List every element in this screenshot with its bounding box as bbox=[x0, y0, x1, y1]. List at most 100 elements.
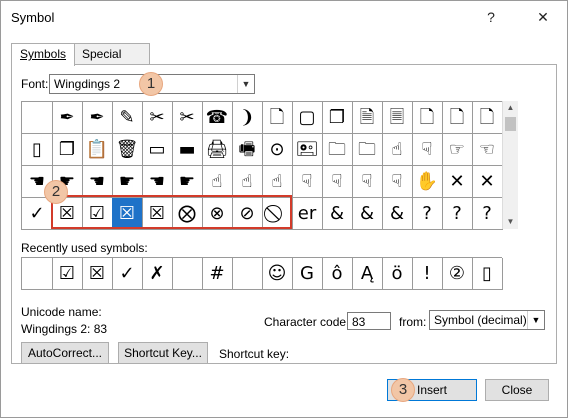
symbol-cell[interactable] bbox=[22, 102, 53, 134]
symbol-cell[interactable]: & bbox=[382, 198, 413, 230]
from-dropdown[interactable]: Symbol (decimal) ▼ bbox=[429, 310, 545, 330]
symbol-cell[interactable]: 🗑 bbox=[112, 134, 143, 166]
callout-3: 3 bbox=[391, 378, 415, 402]
autocorrect-button[interactable]: AutoCorrect... bbox=[21, 342, 109, 364]
recent-symbol-cell[interactable]: ö bbox=[382, 258, 413, 290]
callout-2: 2 bbox=[44, 180, 68, 204]
symbol-cell[interactable]: ⃠ bbox=[262, 198, 293, 230]
recent-symbol-cell[interactable]: ☒ bbox=[82, 258, 113, 290]
scroll-up-icon[interactable]: ▲ bbox=[503, 101, 518, 115]
recent-symbol-cell[interactable]: Ą bbox=[352, 258, 383, 290]
character-code-field[interactable]: 83 bbox=[347, 312, 391, 330]
symbol-cell[interactable]: ☒ bbox=[142, 198, 173, 230]
chevron-down-icon[interactable]: ▼ bbox=[527, 311, 544, 329]
chevron-down-icon[interactable]: ▼ bbox=[237, 75, 254, 93]
unicode-name-value: Wingdings 2: 83 bbox=[21, 322, 108, 336]
symbol-cell[interactable]: ❐ bbox=[52, 134, 83, 166]
dialog-title: Symbol bbox=[11, 10, 55, 25]
symbol-cell[interactable]: 🗏 bbox=[382, 102, 413, 134]
symbol-cell[interactable]: ☛ bbox=[112, 166, 143, 198]
symbol-cell[interactable]: ☝ bbox=[382, 134, 413, 166]
shortcut-key-button[interactable]: Shortcut Key... bbox=[118, 342, 208, 364]
symbol-cell[interactable]: ☟ bbox=[322, 166, 353, 198]
symbol-cell[interactable]: 🗋 bbox=[262, 102, 293, 134]
symbol-cell[interactable]: ☒ bbox=[112, 198, 143, 230]
symbol-cell[interactable]: ? bbox=[472, 198, 503, 230]
recent-symbol-cell[interactable]: ▯ bbox=[472, 258, 503, 290]
symbol-cell[interactable]: 🗋 bbox=[472, 102, 503, 134]
symbol-cell[interactable]: ☝ bbox=[262, 166, 293, 198]
symbol-cell[interactable]: 🖨 bbox=[202, 134, 233, 166]
symbol-cell[interactable]: 🗋 bbox=[442, 102, 473, 134]
symbol-cell[interactable]: ✂ bbox=[142, 102, 173, 134]
symbol-cell[interactable]: ☟ bbox=[352, 166, 383, 198]
symbol-cell[interactable]: ❩ bbox=[232, 102, 263, 134]
symbol-cell[interactable]: ▭ bbox=[142, 134, 173, 166]
tab-special-characters[interactable]: Special Characters bbox=[73, 43, 150, 82]
symbol-cell[interactable]: ▬ bbox=[172, 134, 203, 166]
symbol-cell[interactable]: ☛ bbox=[172, 166, 203, 198]
symbol-cell[interactable]: 📋 bbox=[82, 134, 113, 166]
symbol-cell[interactable]: ? bbox=[412, 198, 443, 230]
recent-symbol-cell[interactable]: ✓ bbox=[112, 258, 143, 290]
symbol-cell[interactable]: 🖭 bbox=[292, 134, 323, 166]
symbol-cell[interactable]: ✒ bbox=[82, 102, 113, 134]
scroll-thumb[interactable] bbox=[505, 117, 516, 131]
scroll-down-icon[interactable]: ▼ bbox=[503, 215, 518, 229]
recent-symbols: ☑ ☒ ✓ ✗ # ☺ Gô Ąö! ② ▯ bbox=[21, 257, 503, 290]
symbol-cell[interactable]: ✕ bbox=[472, 166, 503, 198]
recent-symbol-cell[interactable]: ☑ bbox=[52, 258, 83, 290]
symbol-cell[interactable]: ▢ bbox=[292, 102, 323, 134]
symbol-cell[interactable]: ☟ bbox=[292, 166, 323, 198]
symbol-cell[interactable]: 🗀 bbox=[322, 134, 353, 166]
symbol-cell[interactable]: 🗎 bbox=[352, 102, 383, 134]
symbol-cell[interactable]: ? bbox=[442, 198, 473, 230]
recent-symbol-cell[interactable]: ! bbox=[412, 258, 443, 290]
recent-symbol-cell[interactable]: ② bbox=[442, 258, 473, 290]
symbol-cell[interactable]: ✂ bbox=[172, 102, 203, 134]
symbol-cell[interactable]: ☚ bbox=[142, 166, 173, 198]
tab-symbols[interactable]: Symbols bbox=[11, 43, 76, 66]
title-bar: Symbol ? ✕ bbox=[1, 1, 567, 35]
symbol-cell[interactable]: 🗋 bbox=[412, 102, 443, 134]
symbol-cell[interactable]: ☑ bbox=[82, 198, 113, 230]
symbol-cell[interactable]: ✒ bbox=[52, 102, 83, 134]
symbol-cell[interactable]: ☝ bbox=[202, 166, 233, 198]
symbol-cell[interactable]: ✓ bbox=[22, 198, 53, 230]
symbol-cell[interactable]: ☟ bbox=[412, 134, 443, 166]
recent-symbol-cell[interactable] bbox=[172, 258, 203, 290]
symbol-cell[interactable]: ⊗ bbox=[202, 198, 233, 230]
symbol-cell[interactable]: ☟ bbox=[382, 166, 413, 198]
symbol-cell[interactable]: ☝ bbox=[232, 166, 263, 198]
symbol-cell[interactable]: 🖷 bbox=[232, 134, 263, 166]
symbol-cell[interactable]: ⊘ bbox=[232, 198, 263, 230]
symbol-cell[interactable]: ⨂ bbox=[172, 198, 203, 230]
recent-symbol-cell[interactable]: G bbox=[292, 258, 323, 290]
close-icon[interactable]: ✕ bbox=[531, 7, 555, 27]
symbol-cell[interactable]: ☎ bbox=[202, 102, 233, 134]
symbol-cell[interactable]: ☞ bbox=[442, 134, 473, 166]
symbol-cell[interactable]: er bbox=[292, 198, 323, 230]
help-icon[interactable]: ? bbox=[479, 7, 503, 27]
symbol-cell[interactable]: ✕ bbox=[442, 166, 473, 198]
symbol-cell[interactable]: ✎ bbox=[112, 102, 143, 134]
symbol-cell[interactable]: ☜ bbox=[472, 134, 503, 166]
recent-symbol-cell[interactable] bbox=[22, 258, 53, 290]
symbol-cell[interactable]: & bbox=[352, 198, 383, 230]
symbol-cell[interactable]: ▯ bbox=[22, 134, 53, 166]
grid-scrollbar[interactable]: ▲ ▼ bbox=[502, 101, 518, 229]
symbol-cell[interactable]: ❐ bbox=[322, 102, 353, 134]
symbol-cell[interactable]: ✋ bbox=[412, 166, 443, 198]
from-label: from: bbox=[399, 315, 427, 329]
recent-symbol-cell[interactable] bbox=[232, 258, 263, 290]
symbol-cell[interactable]: ⊙ bbox=[262, 134, 293, 166]
close-button[interactable]: Close bbox=[485, 379, 549, 401]
symbol-cell[interactable]: ☚ bbox=[82, 166, 113, 198]
unicode-name-label: Unicode name: bbox=[21, 305, 102, 319]
recent-symbol-cell[interactable]: ✗ bbox=[142, 258, 173, 290]
recent-symbol-cell[interactable]: ☺ bbox=[262, 258, 293, 290]
recent-symbol-cell[interactable]: # bbox=[202, 258, 233, 290]
symbol-cell[interactable]: & bbox=[322, 198, 353, 230]
symbol-cell[interactable]: 🗀 bbox=[352, 134, 383, 166]
recent-symbol-cell[interactable]: ô bbox=[322, 258, 353, 290]
